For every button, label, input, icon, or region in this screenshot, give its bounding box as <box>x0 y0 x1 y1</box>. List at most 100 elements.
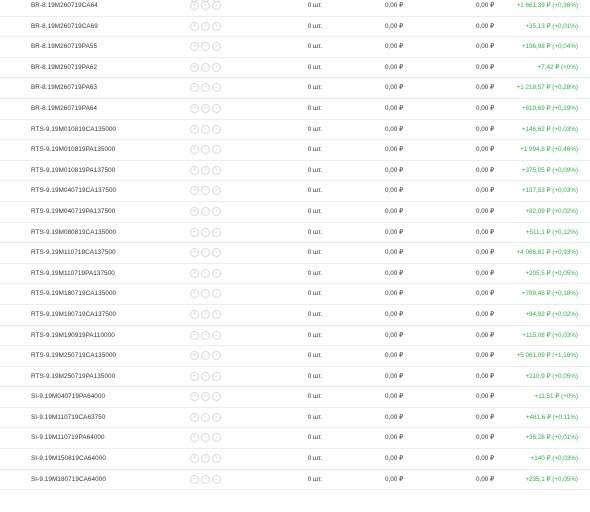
plus-circle-icon[interactable]: + <box>190 454 199 464</box>
bell-icon[interactable]: ♪ <box>212 309 221 319</box>
table-row[interactable]: BR-8.19M260719PA62 + − ♪ 0 шт. 0,00 ₽ 0,00 ₽ +7… <box>0 58 590 79</box>
table-row[interactable]: BR-8.19M260719CA64 + − ♪ 0 шт. 0,00 ₽ 0,00 ₽ +1… <box>0 0 590 17</box>
ticker-link[interactable]: RTS-9.19M010819PA135000 <box>31 140 115 160</box>
table-row[interactable]: RTS-9.19M010819PA135000 + − ♪ 0 шт. 0,00 ₽ 0,0… <box>0 140 590 161</box>
ticker-link[interactable]: SI-9.19M110719CA63750 <box>31 408 105 428</box>
table-row[interactable]: RTS-9.19M250719PA135000 + − ♪ 0 шт. 0,00 ₽ 0,0… <box>0 367 590 388</box>
ticker-link[interactable]: RTS-9.19M180719CA135000 <box>31 284 116 304</box>
bell-icon[interactable]: ♪ <box>212 392 221 402</box>
table-row[interactable]: BR-8.19M260719PA55 + − ♪ 0 шт. 0,00 ₽ 0,00 ₽ +1… <box>0 37 590 58</box>
plus-circle-icon[interactable]: + <box>190 165 199 175</box>
plus-circle-icon[interactable]: + <box>190 21 199 31</box>
minus-circle-icon[interactable]: − <box>201 371 210 381</box>
bell-icon[interactable]: ♪ <box>212 289 221 299</box>
plus-circle-icon[interactable]: + <box>190 1 199 10</box>
table-row[interactable]: SI-9.19M040719PA64000 + − ♪ 0 шт. 0,00 ₽ 0,00 … <box>0 387 590 408</box>
table-row[interactable]: SI-9.19M180719CA64000 + − ♪ 0 шт. 0,00 ₽ 0,00 … <box>0 470 590 491</box>
ticker-link[interactable]: RTS-9.19M190919PA110000 <box>31 326 115 346</box>
plus-circle-icon[interactable]: + <box>190 474 199 484</box>
minus-circle-icon[interactable]: − <box>201 330 210 340</box>
ticker-link[interactable]: SI-9.19M150819CA64000 <box>31 449 106 469</box>
bell-icon[interactable]: ♪ <box>212 268 221 278</box>
ticker-link[interactable]: BR-8.19M260719PA64 <box>31 99 97 119</box>
bell-icon[interactable]: ♪ <box>212 124 221 134</box>
plus-circle-icon[interactable]: + <box>190 42 199 52</box>
table-row[interactable]: RTS-9.19M110719PA137500 + − ♪ 0 шт. 0,00 ₽ 0,0… <box>0 264 590 285</box>
minus-circle-icon[interactable]: − <box>201 474 210 484</box>
bell-icon[interactable]: ♪ <box>212 21 221 31</box>
ticker-link[interactable]: RTS-9.19M180719CA137500 <box>31 305 116 325</box>
bell-icon[interactable]: ♪ <box>212 433 221 443</box>
bell-icon[interactable]: ♪ <box>212 371 221 381</box>
table-row[interactable]: RTS-9.19M010819CA135000 + − ♪ 0 шт. 0,00 ₽ 0,0… <box>0 120 590 141</box>
table-row[interactable]: RTS-9.19M250719CA135000 + − ♪ 0 шт. 0,00 ₽ 0,0… <box>0 346 590 367</box>
ticker-link[interactable]: RTS-9.19M010819CA135000 <box>31 120 116 140</box>
ticker-link[interactable]: BR-8.19M260719CA69 <box>31 17 98 37</box>
minus-circle-icon[interactable]: − <box>201 206 210 216</box>
minus-circle-icon[interactable]: − <box>201 227 210 237</box>
plus-circle-icon[interactable]: + <box>190 62 199 72</box>
minus-circle-icon[interactable]: − <box>201 145 210 155</box>
minus-circle-icon[interactable]: − <box>201 21 210 31</box>
ticker-link[interactable]: RTS-9.19M080819CA135000 <box>31 223 116 243</box>
ticker-link[interactable]: BR-8.19M260719CA64 <box>31 0 98 16</box>
bell-icon[interactable]: ♪ <box>212 1 221 10</box>
bell-icon[interactable]: ♪ <box>212 62 221 72</box>
minus-circle-icon[interactable]: − <box>201 351 210 361</box>
bell-icon[interactable]: ♪ <box>212 42 221 52</box>
bell-icon[interactable]: ♪ <box>212 83 221 93</box>
plus-circle-icon[interactable]: + <box>190 412 199 422</box>
plus-circle-icon[interactable]: + <box>190 433 199 443</box>
table-row[interactable]: RTS-9.19M040719CA137500 + − ♪ 0 шт. 0,00 ₽ 0,0… <box>0 181 590 202</box>
plus-circle-icon[interactable]: + <box>190 83 199 93</box>
table-row[interactable]: SI-9.19M110719CA63750 + − ♪ 0 шт. 0,00 ₽ 0,00 … <box>0 408 590 429</box>
minus-circle-icon[interactable]: − <box>201 1 210 10</box>
bell-icon[interactable]: ♪ <box>212 474 221 484</box>
plus-circle-icon[interactable]: + <box>190 145 199 155</box>
ticker-link[interactable]: SI-9.19M110719PA64000 <box>31 428 105 448</box>
plus-circle-icon[interactable]: + <box>190 206 199 216</box>
minus-circle-icon[interactable]: − <box>201 454 210 464</box>
plus-circle-icon[interactable]: + <box>190 392 199 402</box>
ticker-link[interactable]: BR-8.19M260719PA55 <box>31 37 97 57</box>
ticker-link[interactable]: BR-8.19M260719PA63 <box>31 78 97 98</box>
plus-circle-icon[interactable]: + <box>190 227 199 237</box>
plus-circle-icon[interactable]: + <box>190 186 199 196</box>
ticker-link[interactable]: RTS-9.19M250719CA135000 <box>31 346 116 366</box>
minus-circle-icon[interactable]: − <box>201 392 210 402</box>
bell-icon[interactable]: ♪ <box>212 330 221 340</box>
table-row[interactable]: RTS-9.19M080819CA135000 + − ♪ 0 шт. 0,00 ₽ 0,0… <box>0 223 590 244</box>
minus-circle-icon[interactable]: − <box>201 124 210 134</box>
ticker-link[interactable]: RTS-9.19M110719CA137500 <box>31 243 116 263</box>
bell-icon[interactable]: ♪ <box>212 206 221 216</box>
bell-icon[interactable]: ♪ <box>212 351 221 361</box>
ticker-link[interactable]: BR-8.19M260719PA62 <box>31 58 97 78</box>
minus-circle-icon[interactable]: − <box>201 103 210 113</box>
minus-circle-icon[interactable]: − <box>201 289 210 299</box>
plus-circle-icon[interactable]: + <box>190 289 199 299</box>
table-row[interactable]: BR-8.19M260719PA63 + − ♪ 0 шт. 0,00 ₽ 0,00 ₽ +1… <box>0 78 590 99</box>
bell-icon[interactable]: ♪ <box>212 165 221 175</box>
minus-circle-icon[interactable]: − <box>201 165 210 175</box>
minus-circle-icon[interactable]: − <box>201 83 210 93</box>
ticker-link[interactable]: RTS-9.19M010819PA137500 <box>31 161 115 181</box>
bell-icon[interactable]: ♪ <box>212 227 221 237</box>
plus-circle-icon[interactable]: + <box>190 371 199 381</box>
plus-circle-icon[interactable]: + <box>190 309 199 319</box>
minus-circle-icon[interactable]: − <box>201 248 210 258</box>
ticker-link[interactable]: SI-9.19M040719PA64000 <box>31 387 105 407</box>
table-row[interactable]: RTS-9.19M040719PA137500 + − ♪ 0 шт. 0,00 ₽ 0,0… <box>0 202 590 223</box>
ticker-link[interactable]: SI-9.19M180719CA64000 <box>31 470 106 490</box>
table-row[interactable]: SI-9.19M110719PA64000 + − ♪ 0 шт. 0,00 ₽ 0,00 … <box>0 428 590 450</box>
table-row[interactable]: BR-8.19M260719CA69 + − ♪ 0 шт. 0,00 ₽ 0,00 ₽ +3… <box>0 17 590 38</box>
plus-circle-icon[interactable]: + <box>190 268 199 278</box>
bell-icon[interactable]: ♪ <box>212 186 221 196</box>
minus-circle-icon[interactable]: − <box>201 42 210 52</box>
table-row[interactable]: RTS-9.19M180719CA137500 + − ♪ 0 шт. 0,00 ₽ 0,0… <box>0 305 590 326</box>
ticker-link[interactable]: RTS-9.19M250719PA135000 <box>31 367 115 387</box>
plus-circle-icon[interactable]: + <box>190 248 199 258</box>
bell-icon[interactable]: ♪ <box>212 103 221 113</box>
table-row[interactable]: RTS-9.19M180719CA135000 + − ♪ 0 шт. 0,00 ₽ 0,0… <box>0 284 590 305</box>
bell-icon[interactable]: ♪ <box>212 145 221 155</box>
ticker-link[interactable]: RTS-9.19M040719PA137500 <box>31 202 115 222</box>
